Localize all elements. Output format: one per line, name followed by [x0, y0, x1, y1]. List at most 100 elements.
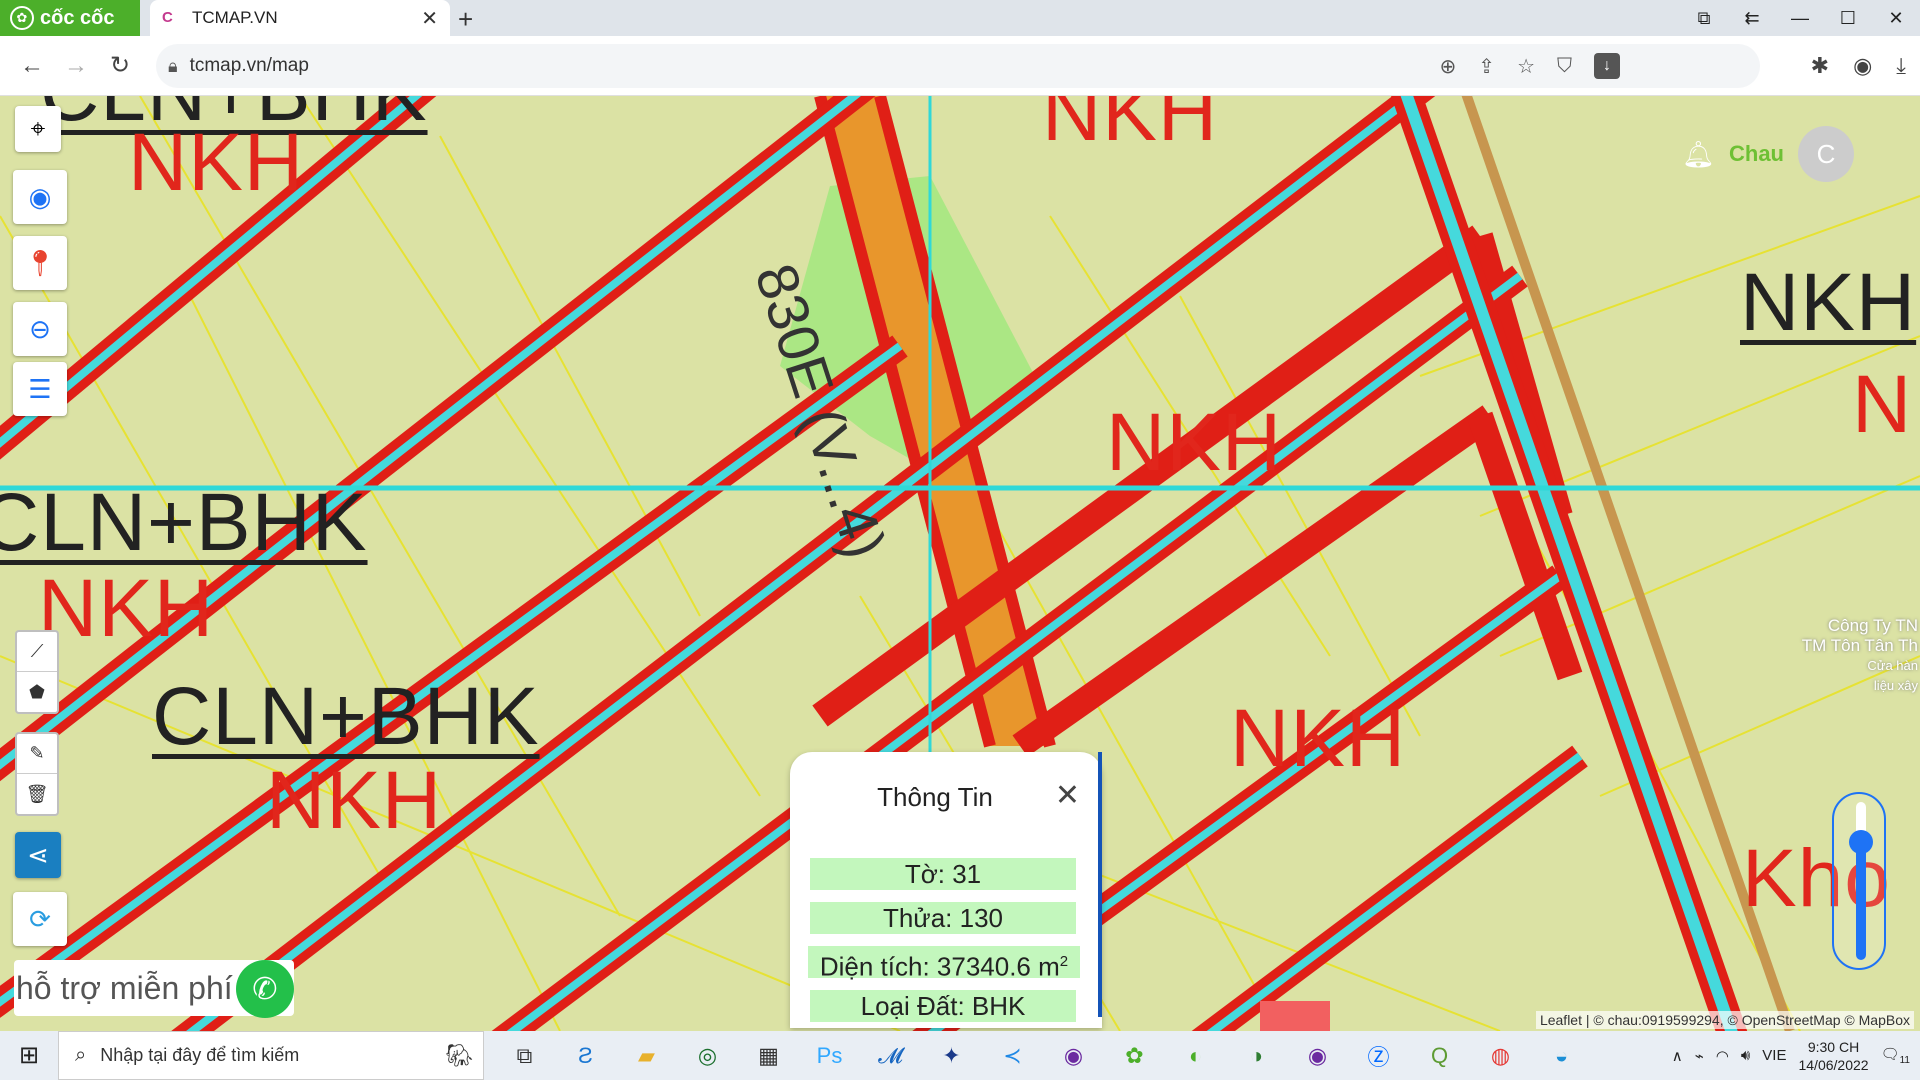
- shield-icon[interactable]: ⛉: [1557, 55, 1572, 78]
- zoom-out-button[interactable]: ⊖: [13, 302, 67, 356]
- app-icon[interactable]: ✦: [921, 1031, 982, 1080]
- popup-row-loai-dat: Loại Đất: BHK: [810, 990, 1076, 1022]
- zalo-icon[interactable]: Ⓩ: [1348, 1031, 1409, 1080]
- draw-polygon-icon[interactable]: ⬟: [17, 672, 57, 712]
- draw-toolbar: ⟋ ⬟: [15, 630, 59, 714]
- maximize-button[interactable]: ☐: [1824, 0, 1872, 36]
- task-view-icon[interactable]: ⧉: [494, 1031, 555, 1080]
- language-indicator[interactable]: VIE: [1762, 1047, 1786, 1064]
- map-label: NKH: [1230, 693, 1407, 784]
- qgis-icon[interactable]: Q: [1409, 1031, 1470, 1080]
- list-add-button[interactable]: ☰: [13, 362, 67, 416]
- user-name[interactable]: Chau: [1729, 141, 1784, 167]
- zoom-slider-fill: [1856, 841, 1866, 960]
- edge-icon[interactable]: ◒: [1531, 1031, 1592, 1080]
- tab-tcmap[interactable]: C TCMAP.VN ✕: [150, 0, 450, 36]
- zoom-slider-knob[interactable]: [1849, 829, 1873, 854]
- eye-icon: ◉: [28, 181, 52, 212]
- poi-label: Công Ty TN TM Tôn Tân Th Cửa hàn liệu xâ…: [1801, 616, 1918, 693]
- forward-button[interactable]: →: [54, 44, 98, 88]
- locate-button[interactable]: ⌖: [15, 106, 61, 152]
- refresh-icon: ⟳: [29, 903, 51, 934]
- back-menu-icon[interactable]: ⇇: [1728, 0, 1776, 36]
- edit-icon[interactable]: ✎: [17, 734, 57, 774]
- map-label: NKH: [1042, 96, 1219, 158]
- popup-scrollbar[interactable]: [1098, 752, 1102, 1017]
- search-highlight-icon: 🐘︎: [445, 1042, 473, 1068]
- edit-toolbar: ✎ 🗑︎: [15, 732, 59, 816]
- app-icon[interactable]: ▦: [738, 1031, 799, 1080]
- taskbar: ⊞ ⌕ Nhập tại đây để tìm kiếm 🐘︎ ⧉ Ƨ ▰ ◎ …: [0, 1031, 1920, 1080]
- profile-icon[interactable]: ◉: [1853, 53, 1872, 79]
- app-icon[interactable]: Ƨ: [555, 1031, 616, 1080]
- chrome-icon[interactable]: ◍: [1470, 1031, 1531, 1080]
- share-button[interactable]: ⋖: [15, 832, 61, 878]
- file-explorer-icon[interactable]: ▰: [616, 1031, 677, 1080]
- app-icon[interactable]: ◉: [1043, 1031, 1104, 1080]
- photoshop-icon[interactable]: Ps: [799, 1031, 860, 1080]
- zoom-out-icon: ⊖: [29, 313, 51, 344]
- clock[interactable]: 9:30 CH 14/06/2022: [1798, 1038, 1868, 1074]
- share-icon[interactable]: ⇪: [1478, 54, 1495, 79]
- view-toggle-button[interactable]: ◉: [13, 170, 67, 224]
- zoom-slider[interactable]: [1832, 792, 1886, 970]
- new-tab-button[interactable]: +: [458, 4, 473, 35]
- app-icon[interactable]: 𝓜: [860, 1031, 921, 1080]
- zoom-icon[interactable]: ⊕: [1440, 54, 1457, 79]
- map-label: NKH: [38, 563, 215, 654]
- app-icon[interactable]: ◎: [677, 1031, 738, 1080]
- network-icon[interactable]: ⌁: [1695, 1047, 1704, 1065]
- tab-title: TCMAP.VN: [192, 8, 278, 27]
- draw-line-icon[interactable]: ⟋: [17, 632, 57, 672]
- trash-icon[interactable]: 🗑︎: [17, 774, 57, 814]
- support-banner[interactable]: hỗ trợ miễn phí ✆: [14, 960, 294, 1018]
- popup-row-to: Tờ: 31: [810, 858, 1076, 890]
- map-label: NKH: [1740, 257, 1917, 348]
- address-bar: ← → ↻ 🔒︎ tcmap.vn/map ⊕ ⇪ ☆ ⛉ ↓ ✱ ◉ ⤓: [0, 36, 1920, 96]
- app-icon[interactable]: ◑: [1226, 1031, 1287, 1080]
- minimize-button[interactable]: —: [1776, 0, 1824, 36]
- phone-icon[interactable]: ✆: [236, 960, 294, 1018]
- reload-button[interactable]: ↻: [98, 44, 142, 88]
- search-icon: ⌕: [75, 1044, 87, 1066]
- user-menu[interactable]: 🔔︎ Chau C: [1682, 126, 1854, 182]
- savior-download-icon[interactable]: ↓: [1594, 53, 1620, 79]
- map-label: CLN+BHK: [152, 671, 540, 762]
- chevron-up-icon[interactable]: ∧: [1672, 1047, 1683, 1065]
- bookmark-star-icon[interactable]: ☆: [1517, 54, 1535, 79]
- window-controls: ⧉ ⇇ — ☐ ✕: [1680, 0, 1920, 36]
- taskbar-search-placeholder: Nhập tại đây để tìm kiếm: [100, 1045, 300, 1065]
- vscode-icon[interactable]: ≺: [982, 1031, 1043, 1080]
- app-icon[interactable]: ◐: [1165, 1031, 1226, 1080]
- refresh-button[interactable]: ⟳: [13, 892, 67, 946]
- coccoc-menu-button[interactable]: ✿ cốc cốc: [0, 0, 140, 36]
- tab-close-icon[interactable]: ✕: [421, 6, 438, 31]
- taskbar-search[interactable]: ⌕ Nhập tại đây để tìm kiếm 🐘︎: [58, 1031, 484, 1080]
- lock-icon[interactable]: 🔒︎: [168, 56, 178, 77]
- avatar[interactable]: C: [1798, 126, 1854, 182]
- volume-icon[interactable]: 🔊︎: [1741, 1047, 1750, 1064]
- windows-start-icon[interactable]: ⊞: [0, 1031, 58, 1080]
- map-label: NKH: [128, 117, 305, 208]
- map-layer-button[interactable]: 📍︎: [13, 236, 67, 290]
- omnibox[interactable]: 🔒︎ tcmap.vn/map ⊕ ⇪ ☆ ⛉ ↓: [156, 44, 1760, 88]
- extensions-icon[interactable]: ✱: [1811, 53, 1829, 79]
- popup-title: Thông Tin: [877, 782, 993, 812]
- map-label: CLN+BHK: [0, 477, 368, 568]
- close-icon[interactable]: ✕: [1055, 778, 1080, 813]
- coccoc-icon[interactable]: ✿: [1104, 1031, 1165, 1080]
- screenshot-icon[interactable]: ⧉: [1680, 0, 1728, 36]
- app-icon[interactable]: ◉: [1287, 1031, 1348, 1080]
- taskbar-apps: ⧉ Ƨ ▰ ◎ ▦ Ps 𝓜 ✦ ≺ ◉ ✿ ◐ ◑ ◉ Ⓩ Q ◍ ◒: [494, 1031, 1592, 1080]
- notifications-icon[interactable]: 🗨︎11: [1881, 1045, 1910, 1066]
- wifi-icon[interactable]: ◠: [1716, 1047, 1729, 1065]
- bell-icon[interactable]: 🔔︎: [1682, 139, 1715, 170]
- downloads-icon[interactable]: ⤓: [1896, 53, 1906, 79]
- map-pin-icon: 📍︎: [23, 247, 57, 278]
- map-attribution[interactable]: Leaflet | © chau:0919599294, © OpenStree…: [1535, 1011, 1914, 1029]
- back-button[interactable]: ←: [10, 44, 54, 88]
- crosshair-icon: ⌖: [30, 113, 46, 143]
- popup-row-thua: Thửa: 130: [810, 902, 1076, 934]
- coccoc-logo-icon: ✿: [10, 6, 34, 30]
- close-window-button[interactable]: ✕: [1872, 0, 1920, 36]
